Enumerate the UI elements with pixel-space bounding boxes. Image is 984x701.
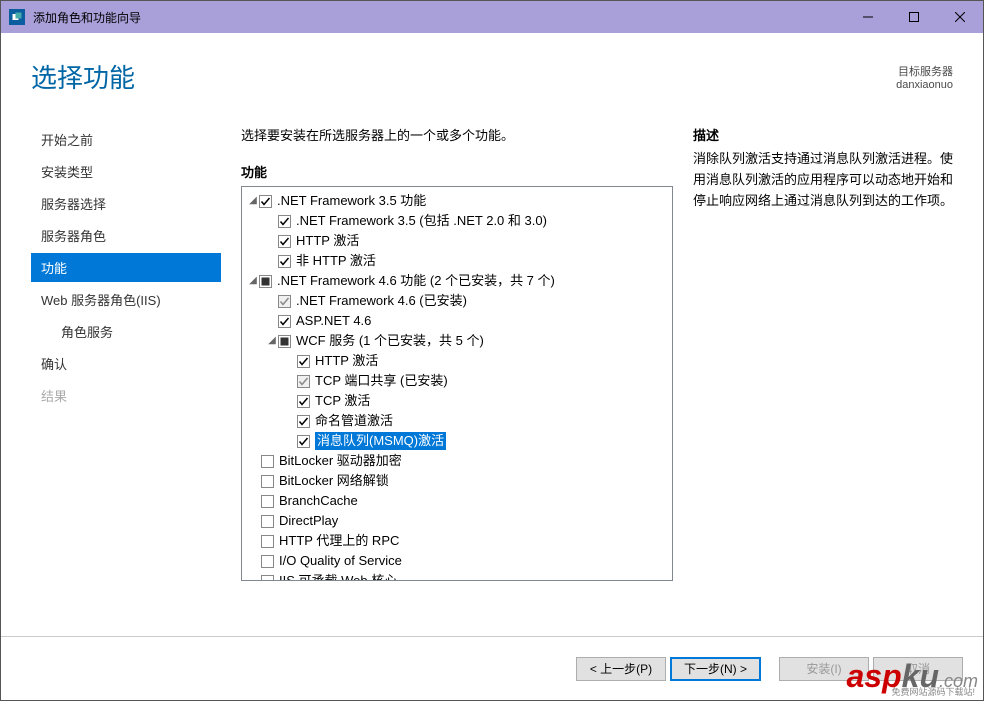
- features-label: 功能: [241, 162, 673, 181]
- checkbox-icon[interactable]: [261, 475, 274, 488]
- checkbox-icon[interactable]: [297, 435, 310, 448]
- checkbox-icon[interactable]: [261, 555, 274, 568]
- checkbox-icon[interactable]: [278, 335, 291, 348]
- tree-row[interactable]: .NET Framework 4.6 (已安装): [244, 291, 670, 311]
- expand-arrow-icon[interactable]: ◢: [247, 272, 259, 290]
- tree-row[interactable]: HTTP 代理上的 RPC: [244, 531, 670, 551]
- expand-arrow-icon[interactable]: ◢: [247, 192, 259, 210]
- tree-item-label[interactable]: BitLocker 驱动器加密: [279, 452, 402, 470]
- tree-item-label[interactable]: .NET Framework 4.6 (已安装): [296, 292, 467, 310]
- tree-item-label[interactable]: WCF 服务 (1 个已安装，共 5 个): [296, 332, 484, 350]
- checkbox-icon[interactable]: [261, 455, 274, 468]
- tree-row[interactable]: TCP 激活: [244, 391, 670, 411]
- tree-item-label[interactable]: BitLocker 网络解锁: [279, 472, 389, 490]
- checkbox-icon[interactable]: [259, 195, 272, 208]
- tree-item-label[interactable]: 非 HTTP 激活: [296, 252, 376, 270]
- checkbox-icon[interactable]: [297, 415, 310, 428]
- tree-row[interactable]: BitLocker 驱动器加密: [244, 451, 670, 471]
- server-info: 目标服务器 danxiaonuo: [896, 63, 953, 95]
- maximize-button[interactable]: [891, 1, 937, 33]
- checkbox-icon[interactable]: [297, 395, 310, 408]
- wizard-window: 添加角色和功能向导 选择功能 目标服务器 danxiaonuo 开始之前安装类型…: [0, 0, 984, 701]
- nav-sidebar: 开始之前安装类型服务器选择服务器角色功能 Web 服务器角色(IIS) 角色服务确认…: [31, 125, 221, 581]
- cancel-button[interactable]: 取消: [873, 657, 963, 681]
- install-button[interactable]: 安装(I): [779, 657, 869, 681]
- nav-item-0[interactable]: 开始之前: [31, 125, 221, 154]
- features-tree[interactable]: ◢ .NET Framework 3.5 功能 .NET Framework 3.5…: [241, 186, 673, 581]
- tree-row[interactable]: 命名管道激活: [244, 411, 670, 431]
- checkbox-icon[interactable]: [278, 295, 291, 308]
- tree-row[interactable]: I/O Quality of Service: [244, 551, 670, 571]
- instruction-text: 选择要安装在所选服务器上的一个或多个功能。: [241, 125, 673, 144]
- checkbox-icon[interactable]: [278, 315, 291, 328]
- tree-item-label[interactable]: TCP 端口共享 (已安装): [315, 372, 448, 390]
- nav-item-2[interactable]: 服务器选择: [31, 189, 221, 218]
- tree-item-label[interactable]: .NET Framework 4.6 功能 (2 个已安装，共 7 个): [277, 272, 555, 290]
- tree-item-label[interactable]: .NET Framework 3.5 功能: [277, 192, 426, 210]
- expand-arrow-icon[interactable]: ◢: [266, 332, 278, 350]
- tree-item-label[interactable]: 消息队列(MSMQ)激活: [315, 432, 446, 450]
- nav-item-5[interactable]: Web 服务器角色(IIS): [31, 285, 221, 314]
- tree-row[interactable]: HTTP 激活: [244, 351, 670, 371]
- tree-item-label[interactable]: HTTP 激活: [315, 352, 378, 370]
- checkbox-icon[interactable]: [261, 535, 274, 548]
- description-text: 消除队列激活支持通过消息队列激活进程。使用消息队列激活的应用程序可以动态地开始和…: [693, 149, 953, 211]
- checkbox-icon[interactable]: [259, 275, 272, 288]
- next-button[interactable]: 下一步(N) >: [670, 657, 761, 681]
- tree-row[interactable]: 非 HTTP 激活: [244, 251, 670, 271]
- tree-item-label[interactable]: BranchCache: [279, 492, 358, 510]
- checkbox-icon[interactable]: [261, 515, 274, 528]
- nav-item-4[interactable]: 功能: [31, 253, 221, 282]
- tree-item-label[interactable]: TCP 激活: [315, 392, 370, 410]
- checkbox-icon[interactable]: [297, 375, 310, 388]
- tree-row[interactable]: TCP 端口共享 (已安装): [244, 371, 670, 391]
- page-title: 选择功能: [31, 58, 135, 95]
- window-title: 添加角色和功能向导: [33, 9, 845, 26]
- watermark-sub: 免费网站源码下载站!: [891, 685, 975, 698]
- tree-row[interactable]: ◢ .NET Framework 3.5 功能: [244, 191, 670, 211]
- tree-item-label[interactable]: ASP.NET 4.6: [296, 312, 371, 330]
- app-icon: [9, 9, 25, 25]
- checkbox-icon[interactable]: [297, 355, 310, 368]
- tree-row[interactable]: 消息队列(MSMQ)激活: [244, 431, 670, 451]
- tree-item-label[interactable]: .NET Framework 3.5 (包括 .NET 2.0 和 3.0): [296, 212, 547, 230]
- tree-row[interactable]: IIS 可承载 Web 核心: [244, 571, 670, 581]
- tree-item-label[interactable]: DirectPlay: [279, 512, 338, 530]
- description-label: 描述: [693, 125, 953, 144]
- tree-row[interactable]: ASP.NET 4.6: [244, 311, 670, 331]
- tree-row[interactable]: DirectPlay: [244, 511, 670, 531]
- checkbox-icon[interactable]: [278, 235, 291, 248]
- tree-row[interactable]: ◢ WCF 服务 (1 个已安装，共 5 个): [244, 331, 670, 351]
- tree-row[interactable]: BranchCache: [244, 491, 670, 511]
- close-button[interactable]: [937, 1, 983, 33]
- tree-row[interactable]: HTTP 激活: [244, 231, 670, 251]
- nav-item-7[interactable]: 确认: [31, 349, 221, 378]
- checkbox-icon[interactable]: [278, 255, 291, 268]
- nav-item-8: 结果: [31, 381, 221, 410]
- checkbox-icon[interactable]: [261, 575, 274, 582]
- tree-item-label[interactable]: HTTP 激活: [296, 232, 359, 250]
- tree-row[interactable]: .NET Framework 3.5 (包括 .NET 2.0 和 3.0): [244, 211, 670, 231]
- nav-item-6[interactable]: 角色服务: [31, 317, 221, 346]
- nav-item-3[interactable]: 服务器角色: [31, 221, 221, 250]
- tree-item-label[interactable]: 命名管道激活: [315, 412, 393, 430]
- tree-row[interactable]: BitLocker 网络解锁: [244, 471, 670, 491]
- tree-item-label[interactable]: IIS 可承载 Web 核心: [279, 572, 397, 581]
- tree-item-label[interactable]: HTTP 代理上的 RPC: [279, 532, 399, 550]
- nav-item-1[interactable]: 安装类型: [31, 157, 221, 186]
- minimize-button[interactable]: [845, 1, 891, 33]
- tree-item-label[interactable]: I/O Quality of Service: [279, 552, 402, 570]
- prev-button[interactable]: < 上一步(P): [576, 657, 666, 681]
- checkbox-icon[interactable]: [261, 495, 274, 508]
- tree-row[interactable]: ◢ .NET Framework 4.6 功能 (2 个已安装，共 7 个): [244, 271, 670, 291]
- titlebar[interactable]: 添加角色和功能向导: [1, 1, 983, 33]
- footer: < 上一步(P) 下一步(N) > 安装(I) 取消: [1, 636, 983, 700]
- checkbox-icon[interactable]: [278, 215, 291, 228]
